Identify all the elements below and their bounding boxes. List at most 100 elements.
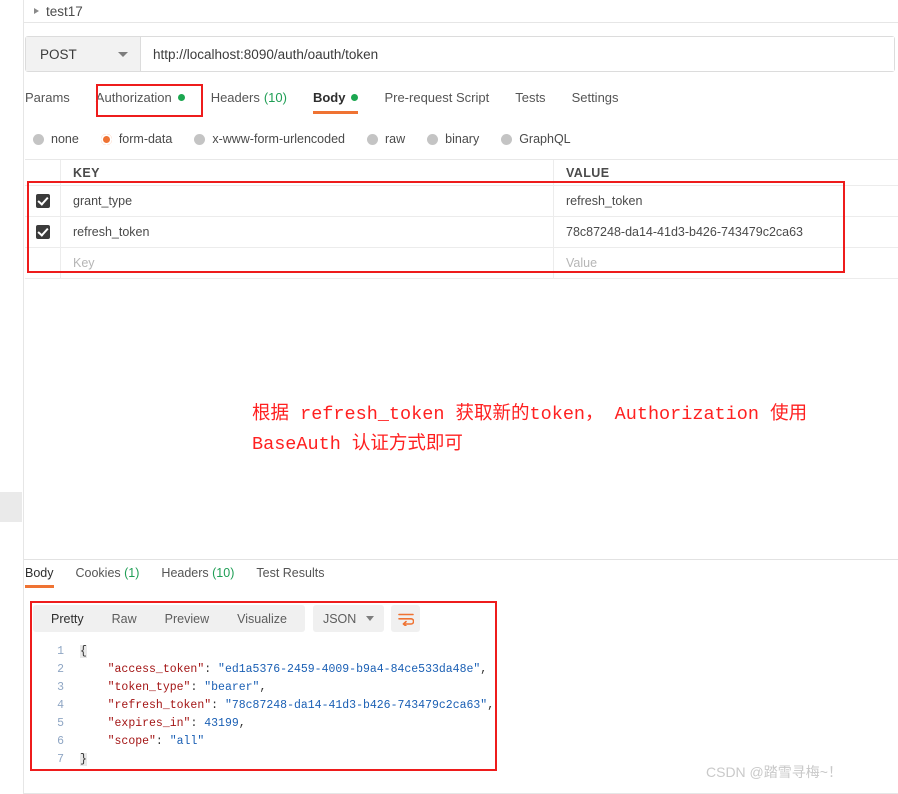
radio-icon[interactable] [194, 133, 206, 145]
code-line: 3 "token_type": "bearer", [40, 679, 490, 697]
line-number: 7 [57, 753, 64, 766]
row-checkbox-cell[interactable] [25, 248, 61, 278]
header-value: VALUE [566, 165, 610, 180]
request-tabs: Params Authorization Headers (10) Body Pre-re… [25, 86, 898, 118]
row-key-cell[interactable]: Key [61, 248, 554, 278]
view-mode-preview[interactable]: Preview [151, 612, 223, 626]
table-row[interactable]: grant_type refresh_token [25, 186, 898, 217]
url-value: http://localhost:8090/auth/oauth/token [153, 46, 379, 62]
code-token: 43199 [204, 717, 239, 730]
radio-icon[interactable] [501, 133, 513, 145]
header-key: KEY [61, 160, 554, 185]
code-content: } [80, 751, 87, 769]
code-token: : [204, 663, 219, 676]
radio-icon[interactable] [33, 133, 44, 145]
body-type-GraphQL[interactable]: GraphQL [501, 132, 571, 146]
left-sidebar-rail [0, 0, 24, 794]
table-row-placeholder[interactable]: Key Value [25, 248, 898, 279]
code-line: 2 "access_token": "ed1a5376-2459-4009-b9… [40, 661, 490, 679]
request-tab-body[interactable]: Body [312, 86, 359, 114]
row-value-cell[interactable]: Value [554, 248, 898, 278]
request-tab-label: Tests [515, 90, 546, 105]
body-type-x-www-form-urlencoded[interactable]: x-www-form-urlencoded [194, 132, 345, 146]
radio-icon[interactable] [367, 133, 378, 145]
request-url-bar: POST http://localhost:8090/auth/oauth/to… [25, 36, 895, 72]
response-format-value: JSON [322, 611, 357, 626]
url-input[interactable]: http://localhost:8090/auth/oauth/token [141, 37, 894, 71]
line-number: 2 [57, 663, 64, 676]
request-tab-tests[interactable]: Tests [515, 86, 545, 114]
body-type-form-data[interactable]: form-data [100, 132, 172, 146]
code-line: 6 "scope": "all" [40, 733, 490, 751]
response-tab-cookies[interactable]: Cookies (1) [76, 564, 140, 588]
code-token: , [487, 699, 495, 712]
row-checkbox-cell[interactable] [25, 217, 61, 247]
view-mode-pretty[interactable]: Pretty [37, 612, 98, 626]
request-tab-headers[interactable]: Headers (10) [211, 86, 287, 114]
row-value-cell[interactable]: 78c87248-da14-41d3-b426-743479c2ca63 [554, 217, 898, 247]
response-divider [24, 559, 898, 560]
response-tab-count: (10) [208, 566, 235, 580]
code-line: 1{ [40, 643, 490, 661]
body-type-raw[interactable]: raw [367, 132, 405, 146]
request-tab-count: (10) [263, 90, 287, 105]
code-token: } [80, 753, 87, 766]
response-tab-label: Body [25, 566, 54, 580]
checkbox-checked-icon[interactable] [35, 194, 50, 208]
response-tab-test-results[interactable]: Test Results [256, 564, 324, 588]
response-tab-label: Test Results [256, 566, 325, 580]
code-token: : [211, 699, 225, 712]
http-method-value: POST [40, 46, 77, 62]
breadcrumb-label: test17 [46, 3, 83, 19]
row-checkbox-cell[interactable] [25, 186, 61, 216]
row-key-cell[interactable]: grant_type [61, 186, 554, 216]
response-tab-label: Headers [161, 566, 209, 580]
wrap-text-button[interactable] [391, 605, 421, 632]
code-content: "scope": "all" [80, 733, 205, 751]
http-method-select[interactable]: POST [26, 37, 141, 71]
request-tab-authorization[interactable]: Authorization [96, 86, 185, 114]
view-mode-visualize[interactable]: Visualize [223, 612, 301, 626]
csdn-watermark: CSDN @踏雪寻梅~！ [706, 764, 842, 780]
json-response-body[interactable]: 1{2 "access_token": "ed1a5376-2459-4009-… [40, 643, 494, 769]
radio-icon[interactable] [427, 133, 439, 145]
code-token: "refresh_token" [107, 699, 212, 712]
row-value-cell[interactable]: refresh_token [554, 186, 898, 216]
code-token: "scope" [107, 735, 156, 748]
row-key-cell[interactable]: refresh_token [61, 217, 554, 247]
response-tab-headers[interactable]: Headers (10) [161, 564, 234, 588]
code-token: : [190, 717, 205, 730]
code-token: "78c87248-da14-41d3-b426-743479c2ca63" [224, 699, 488, 712]
line-number: 4 [57, 699, 64, 712]
code-token: "access_token" [107, 663, 205, 676]
caret-right-icon[interactable] [34, 8, 39, 14]
checkbox-checked-icon[interactable] [35, 225, 50, 239]
line-number: 6 [57, 735, 64, 748]
table-row[interactable]: refresh_token 78c87248-da14-41d3-b426-743… [25, 217, 898, 248]
code-line: 4 "refresh_token": "78c87248-da14-41d3-b… [40, 697, 494, 715]
radio-icon[interactable] [100, 133, 112, 145]
table-body: grant_type refresh_token refresh_token 78c8… [25, 186, 898, 279]
request-tab-label: Headers [210, 90, 260, 105]
code-content: "token_type": "bearer", [80, 679, 267, 697]
view-mode-raw[interactable]: Raw [98, 612, 151, 626]
sidebar-collapsed-block[interactable] [0, 492, 22, 522]
response-tab-body[interactable]: Body [25, 564, 54, 588]
body-type-none[interactable]: none [33, 132, 79, 146]
breadcrumb[interactable]: test17 [24, 0, 898, 23]
body-type-binary[interactable]: binary [427, 132, 479, 146]
line-number: 1 [57, 645, 64, 658]
line-number: 3 [57, 681, 64, 694]
request-tab-settings[interactable]: Settings [572, 86, 619, 114]
code-token: : [190, 681, 205, 694]
request-tab-pre-request-script[interactable]: Pre-request Script [384, 86, 489, 114]
request-tab-label: Pre-request Script [384, 90, 490, 105]
code-content: { [80, 643, 87, 661]
code-token: , [480, 663, 488, 676]
response-format-select[interactable]: JSON [312, 605, 385, 632]
request-tab-label: Authorization [95, 90, 172, 105]
request-tab-params[interactable]: Params [25, 86, 70, 114]
